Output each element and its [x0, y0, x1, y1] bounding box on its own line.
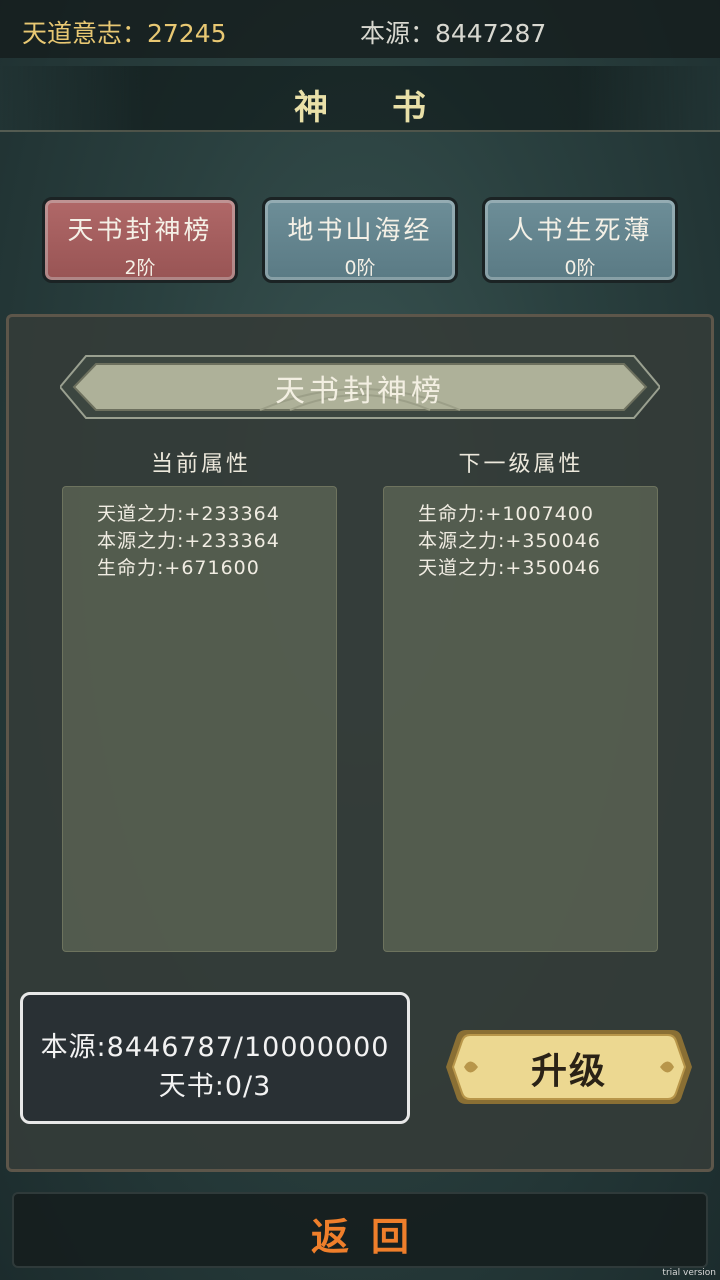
attribute-line: 生命力:+671600: [97, 557, 260, 579]
current-attributes-header: 当前属性: [150, 452, 251, 477]
benyuan-requirement: 本源:8446787/10000000: [40, 1032, 390, 1063]
back-label: 返回: [310, 1214, 431, 1259]
tab-label: 天书封神榜: [67, 216, 213, 246]
benyuan-counter: 本源：8447287: [360, 19, 547, 48]
attribute-line: 本源之力:+233364: [97, 530, 280, 552]
attribute-line: 本源之力:+350046: [418, 530, 601, 552]
tab-level: 0阶: [344, 257, 376, 279]
tab-label: 地书山海经: [287, 216, 433, 246]
book-title: 天书封神榜: [275, 374, 445, 409]
title-bar: 神书: [0, 66, 720, 132]
next-level-attributes-header: 下一级属性: [458, 452, 584, 477]
top-status-bar: 天道意志：27245 本源：8447287: [0, 0, 720, 58]
upgrade-label: 升级: [530, 1051, 607, 1092]
upgrade-requirements-box: 本源:8446787/10000000 天书:0/3: [20, 992, 410, 1124]
trial-watermark: trial version: [662, 1268, 716, 1278]
back-button[interactable]: 返回: [12, 1192, 708, 1268]
tab-level: 0阶: [564, 257, 596, 279]
attribute-line: 天道之力:+233364: [97, 503, 280, 525]
current-attributes-box: 天道之力:+233364 本源之力:+233364 生命力:+671600: [62, 486, 337, 952]
next-attributes-box: 生命力:+1007400 本源之力:+350046 天道之力:+350046: [383, 486, 658, 952]
tab-renshu-shengsibo[interactable]: 人书生死薄 0阶: [482, 197, 678, 283]
tiandao-will-counter: 天道意志：27245: [22, 19, 227, 48]
attribute-line: 生命力:+1007400: [418, 503, 594, 525]
tianshu-requirement: 天书:0/3: [158, 1071, 272, 1102]
tab-tianshu-fengshenbang[interactable]: 天书封神榜 2阶: [42, 197, 238, 283]
tab-dishu-shanhaijing[interactable]: 地书山海经 0阶: [262, 197, 458, 283]
page-title: 神书: [294, 88, 490, 128]
tab-level: 2阶: [124, 257, 156, 279]
attribute-line: 天道之力:+350046: [418, 557, 601, 579]
tab-label: 人书生死薄: [507, 216, 653, 246]
